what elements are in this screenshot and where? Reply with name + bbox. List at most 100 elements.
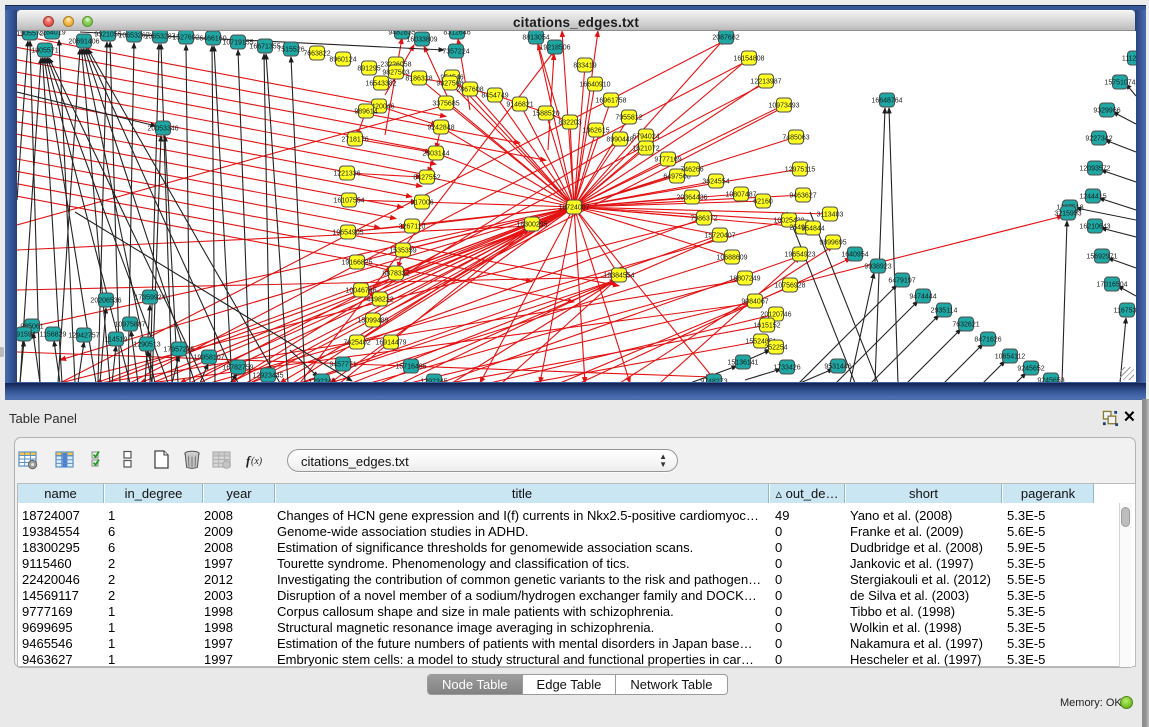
svg-text:17957225: 17957225: [163, 347, 194, 354]
svg-text:1244415: 1244415: [1079, 194, 1106, 201]
svg-text:16782759: 16782759: [222, 365, 253, 372]
svg-text:7955812: 7955812: [615, 115, 642, 122]
svg-text:8454749: 8454749: [481, 93, 508, 100]
svg-text:3113403: 3113403: [817, 212, 844, 219]
svg-text:9084067: 9084067: [741, 299, 768, 306]
svg-text:20691406: 20691406: [68, 39, 99, 46]
svg-text:1621072: 1621072: [632, 146, 659, 153]
svg-text:10653287: 10653287: [144, 34, 175, 41]
svg-text:1156829: 1156829: [40, 332, 67, 339]
svg-text:1167533: 1167533: [1114, 308, 1136, 315]
svg-text:19654923: 19654923: [784, 252, 815, 259]
svg-text:10046766: 10046766: [345, 288, 376, 295]
svg-text:9748273: 9748273: [700, 379, 727, 383]
svg-text:1290513: 1290513: [133, 342, 160, 349]
svg-text:9777169: 9777169: [654, 157, 681, 164]
svg-text:20053346: 20053346: [147, 126, 178, 133]
svg-text:2935114: 2935114: [931, 308, 958, 315]
svg-text:8427552: 8427552: [413, 175, 440, 182]
svg-text:8186328: 8186328: [405, 76, 432, 83]
svg-text:12975115: 12975115: [785, 167, 816, 174]
svg-text:8471626: 8471626: [974, 337, 1001, 344]
svg-text:10688609: 10688609: [716, 255, 747, 262]
svg-text:7485063: 7485063: [782, 135, 809, 142]
svg-text:9245653: 9245653: [1037, 378, 1064, 383]
svg-text:20206536: 20206536: [90, 298, 121, 305]
svg-text:15099489: 15099489: [357, 318, 388, 325]
svg-text:7515526: 7515526: [277, 47, 304, 54]
svg-text:4498222: 4498222: [366, 297, 393, 304]
svg-text:10975887: 10975887: [114, 322, 145, 329]
svg-text:16033809: 16033809: [406, 37, 437, 44]
svg-text:833419: 833419: [573, 63, 596, 70]
svg-text:2284019: 2284019: [38, 31, 65, 37]
svg-text:1292344: 1292344: [308, 379, 335, 383]
svg-text:1527602: 1527602: [172, 35, 199, 42]
svg-text:2718176: 2718176: [341, 137, 368, 144]
svg-text:8960124: 8960124: [329, 57, 356, 64]
svg-text:15716485: 15716485: [395, 364, 426, 371]
svg-text:9474444: 9474444: [909, 294, 936, 301]
svg-text:2803144: 2803144: [422, 151, 449, 158]
svg-text:16107554: 16107554: [333, 198, 364, 205]
svg-text:9457771: 9457771: [329, 362, 356, 369]
svg-text:8990448: 8990448: [606, 137, 633, 144]
svg-text:9531446: 9531446: [824, 364, 851, 371]
svg-text:3267110: 3267110: [399, 224, 426, 231]
svg-text:20120746: 20120746: [760, 312, 791, 319]
svg-text:1292345: 1292345: [420, 379, 447, 383]
svg-text:891295: 891295: [357, 66, 380, 73]
svg-text:252254: 252254: [764, 345, 787, 352]
svg-text:8312646: 8312646: [443, 31, 470, 37]
svg-text:10973493: 10973493: [768, 103, 799, 110]
svg-text:12923445: 12923445: [252, 373, 283, 380]
svg-text:12093572: 12093572: [1079, 166, 1110, 173]
svg-text:18724007: 18724007: [558, 205, 589, 212]
svg-text:9227342: 9227342: [1085, 136, 1112, 143]
svg-text:114519: 114519: [105, 337, 128, 344]
svg-text:1535359: 1535359: [389, 248, 416, 255]
svg-text:12213987: 12213987: [750, 79, 781, 86]
svg-text:9938923: 9938923: [864, 264, 891, 271]
svg-text:7986372: 7986372: [690, 216, 717, 223]
svg-text:954844: 954844: [801, 226, 824, 233]
svg-text:1905571: 1905571: [31, 48, 58, 55]
svg-text:19166825: 19166825: [341, 260, 372, 267]
svg-text:9899695: 9899695: [819, 240, 846, 247]
svg-text:17359924: 17359924: [134, 295, 165, 302]
svg-text:18807249: 18807249: [729, 276, 760, 283]
svg-text:7663822: 7663822: [303, 51, 330, 58]
svg-text:2867608: 2867608: [456, 87, 483, 94]
svg-text:10654112: 10654112: [995, 354, 1026, 361]
svg-text:391594: 391594: [17, 332, 36, 339]
svg-text:16648764: 16648764: [871, 98, 902, 105]
svg-text:16914479: 16914479: [375, 340, 406, 347]
svg-text:3375685: 3375685: [432, 101, 459, 108]
svg-text:9242848: 9242848: [427, 125, 454, 132]
svg-text:7625402: 7625402: [343, 340, 370, 347]
svg-text:16640910: 16640910: [579, 82, 610, 89]
svg-text:19654905: 19654905: [332, 230, 363, 237]
svg-text:1615152: 1615152: [753, 323, 780, 330]
svg-text:19218506: 19218506: [539, 45, 570, 52]
svg-text:62160: 62160: [753, 199, 773, 206]
svg-text:9329966: 9329966: [1093, 108, 1120, 115]
svg-text:9146821: 9146821: [506, 102, 533, 109]
svg-text:18300295: 18300295: [516, 222, 547, 229]
svg-text:8813054: 8813054: [522, 35, 549, 42]
svg-text:12942757: 12942757: [68, 333, 99, 340]
svg-text:19384554: 19384554: [603, 273, 634, 280]
svg-text:6479197: 6479197: [888, 278, 915, 285]
svg-text:15136141: 15136141: [727, 360, 758, 367]
svg-text:1112704: 1112704: [1122, 56, 1136, 63]
svg-text:15751074: 15751074: [1104, 80, 1135, 87]
svg-text:16154808: 16154808: [733, 56, 764, 63]
svg-text:1733426: 1733426: [773, 365, 800, 372]
svg-text:1588520: 1588520: [532, 111, 559, 118]
svg-text:19958107: 19958107: [193, 355, 224, 362]
svg-text:17016504: 17016504: [1096, 282, 1127, 289]
svg-text:15720407: 15720407: [704, 233, 735, 240]
svg-text:917006: 917006: [410, 200, 433, 207]
svg-text:2087682: 2087682: [712, 35, 739, 42]
svg-text:7357224: 7357224: [442, 49, 469, 56]
